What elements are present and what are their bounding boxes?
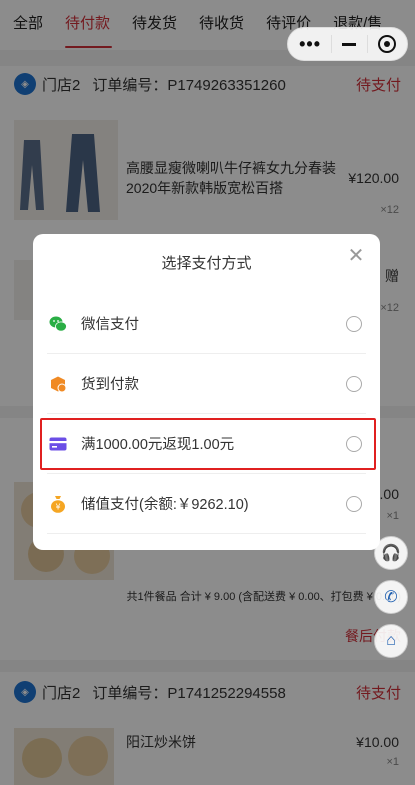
highlight-box: [40, 418, 376, 470]
close-miniprogram-icon[interactable]: [377, 35, 396, 53]
payment-radio[interactable]: [346, 495, 362, 512]
payment-method-modal: 选择支付方式 ✕ 微信支付 货到付款 满1000.00元返现1.00元 ¥ 储值…: [33, 234, 380, 550]
close-icon[interactable]: ✕: [346, 246, 366, 266]
wechat-icon: [49, 315, 67, 333]
capsule-divider: [331, 35, 333, 53]
payment-option-wechat[interactable]: 微信支付: [47, 294, 366, 354]
more-icon[interactable]: •••: [299, 34, 321, 55]
payment-option-label: 储值支付(余额:￥9262.10): [81, 497, 249, 513]
capsule-divider: [366, 35, 368, 53]
cod-box-icon: [49, 375, 67, 393]
minimize-icon[interactable]: [342, 42, 357, 46]
payment-option-label: 货到付款: [81, 377, 139, 393]
phone-icon[interactable]: ✆: [374, 580, 408, 614]
miniprogram-capsule: •••: [287, 27, 408, 61]
svg-text:¥: ¥: [55, 502, 60, 511]
home-icon[interactable]: ⌂: [374, 624, 408, 658]
payment-radio[interactable]: [346, 375, 362, 392]
modal-title: 选择支付方式: [161, 255, 252, 272]
payment-option-label: 微信支付: [81, 317, 139, 333]
payment-option-balance[interactable]: ¥ 储值支付(余额:￥9262.10): [47, 474, 366, 534]
money-bag-icon: ¥: [49, 495, 67, 513]
payment-option-cod[interactable]: 货到付款: [47, 354, 366, 414]
payment-radio[interactable]: [346, 315, 362, 332]
